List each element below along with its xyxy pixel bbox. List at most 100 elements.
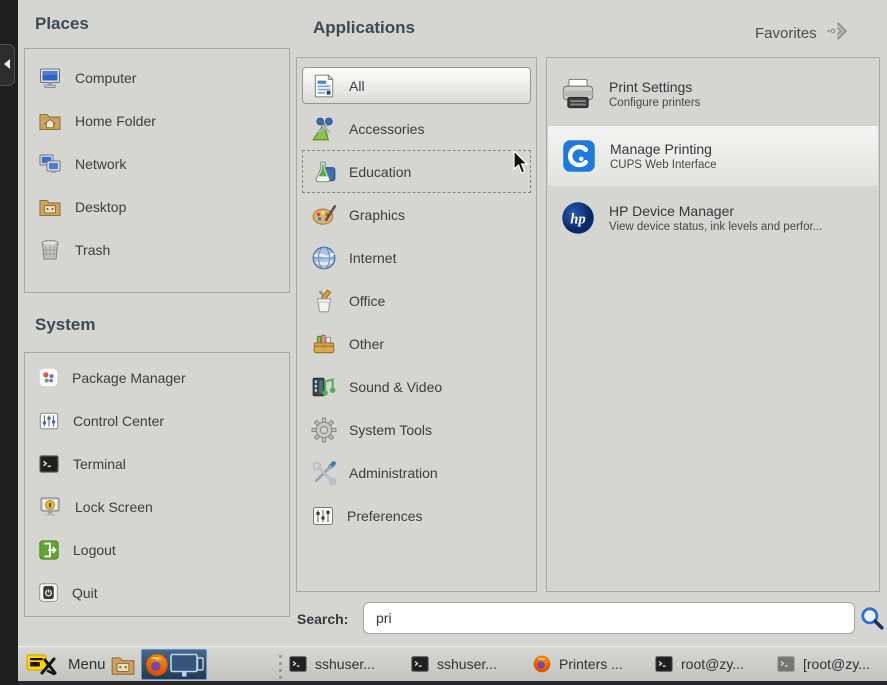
app-item-subtitle: Configure printers [609, 97, 700, 109]
window-list: sshuser... sshuser... Printers ... root@… [288, 647, 887, 681]
system-item-label: Terminal [73, 456, 126, 472]
panel-drag-handle[interactable] [279, 655, 282, 679]
taskbar-menu-button[interactable]: Menu [22, 647, 110, 681]
office-icon [311, 288, 337, 314]
system-panel: Package Manager Control Center Terminal … [24, 352, 290, 617]
taskbar-window-sshuser-1[interactable]: sshuser... [288, 654, 400, 674]
category-internet[interactable]: Internet [302, 236, 531, 279]
graphics-icon [311, 202, 337, 228]
favorites-label: Favorites [755, 25, 817, 42]
arrow-left-icon [3, 56, 11, 74]
firefox-icon [144, 652, 170, 678]
taskbar-window-root-2[interactable]: [root@zy... [776, 654, 887, 674]
desktop-folder-icon [38, 195, 62, 219]
app-item-hp-device-manager[interactable]: hp HP Device Manager View device status,… [547, 187, 879, 249]
firefox-icon [532, 654, 552, 674]
terminal-icon [654, 654, 674, 674]
category-preferences[interactable]: Preferences [302, 494, 531, 537]
system-item-terminal[interactable]: Terminal [25, 442, 289, 485]
category-label: Preferences [347, 508, 422, 524]
education-icon [311, 159, 337, 185]
system-item-label: Package Manager [72, 370, 186, 386]
hp-icon: hp [560, 200, 596, 236]
distro-logo-icon [26, 651, 60, 677]
category-system-tools[interactable]: System Tools [302, 408, 531, 451]
system-item-label: Logout [73, 542, 116, 558]
file-manager-launcher[interactable] [110, 650, 138, 679]
favorites-button[interactable]: Favorites [755, 20, 850, 47]
network-icon [38, 152, 62, 176]
app-item-subtitle: View device status, ink levels and perfo… [609, 221, 822, 233]
trash-icon [38, 238, 62, 262]
category-office[interactable]: Office [302, 279, 531, 322]
system-item-package-manager[interactable]: Package Manager [25, 356, 289, 399]
category-label: Graphics [349, 207, 405, 223]
place-item-network[interactable]: Network [25, 142, 289, 185]
category-label: Administration [349, 465, 438, 481]
desktop-screen: Places Computer Home Folder Network Desk [0, 0, 887, 685]
terminal-icon [38, 453, 60, 475]
control-center-icon [38, 410, 60, 432]
category-label: Accessories [349, 121, 424, 137]
internet-icon [311, 245, 337, 271]
app-item-title: Manage Printing [610, 141, 717, 157]
window-title: sshuser... [437, 656, 497, 672]
applications-title: Applications [313, 18, 415, 38]
system-item-control-center[interactable]: Control Center [25, 399, 289, 442]
place-item-trash[interactable]: Trash [25, 228, 289, 271]
category-graphics[interactable]: Graphics [302, 193, 531, 236]
terminal-icon [776, 654, 796, 674]
display-switcher-applet[interactable] [141, 649, 207, 680]
place-item-label: Desktop [75, 199, 126, 215]
terminal-icon [288, 654, 308, 674]
window-title: Printers ... [559, 656, 623, 672]
places-title: Places [35, 14, 89, 34]
desktop-edge [0, 0, 18, 685]
app-item-title: Print Settings [609, 79, 700, 95]
app-item-subtitle: CUPS Web Interface [610, 159, 717, 171]
other-icon [311, 331, 337, 357]
favorites-arrow-icon [826, 20, 850, 47]
categories-panel: All Accessories Education Graphics Inter… [296, 57, 537, 592]
system-item-lock-screen[interactable]: Lock Screen [25, 485, 289, 528]
package-manager-icon [38, 367, 59, 388]
app-item-print-settings[interactable]: Print Settings Configure printers [547, 63, 879, 125]
category-administration[interactable]: Administration [302, 451, 531, 494]
category-label: Sound & Video [349, 379, 442, 395]
mouse-cursor [511, 150, 531, 176]
system-item-logout[interactable]: Logout [25, 528, 289, 571]
accessories-icon [311, 116, 337, 142]
taskbar-panel: Menu sshuser... sshuser... [18, 646, 887, 681]
places-panel: Computer Home Folder Network Desktop Tra… [24, 48, 290, 293]
system-item-quit[interactable]: Quit [25, 571, 289, 614]
folder-icon [110, 652, 138, 678]
place-item-home-folder[interactable]: Home Folder [25, 99, 289, 142]
app-item-manage-printing[interactable]: Manage Printing CUPS Web Interface [547, 125, 879, 187]
taskbar-window-sshuser-2[interactable]: sshuser... [410, 654, 522, 674]
place-item-label: Network [75, 156, 126, 172]
category-sound-video[interactable]: Sound & Video [302, 365, 531, 408]
category-all[interactable]: All [302, 67, 531, 104]
mint-menu-window: Places Computer Home Folder Network Desk [18, 0, 887, 646]
place-item-computer[interactable]: Computer [25, 56, 289, 99]
taskbar-window-printers[interactable]: Printers ... [532, 654, 644, 674]
place-item-label: Computer [75, 70, 136, 86]
place-item-desktop[interactable]: Desktop [25, 185, 289, 228]
menu-button-label: Menu [68, 656, 106, 673]
app-item-title: HP Device Manager [609, 203, 822, 219]
category-education[interactable]: Education [302, 150, 531, 193]
category-label: Office [349, 293, 385, 309]
panel-hide-button[interactable] [0, 44, 15, 86]
logout-icon [38, 539, 60, 561]
administration-icon [311, 460, 337, 486]
screen-bottom-edge [18, 681, 887, 685]
category-accessories[interactable]: Accessories [302, 107, 531, 150]
window-title: root@zy... [681, 656, 744, 672]
all-applications-icon [311, 73, 337, 99]
category-label: Education [349, 164, 411, 180]
system-item-label: Control Center [73, 413, 164, 429]
taskbar-window-root[interactable]: root@zy... [654, 654, 766, 674]
search-input[interactable] [363, 602, 855, 634]
category-label: Internet [349, 250, 396, 266]
category-other[interactable]: Other [302, 322, 531, 365]
